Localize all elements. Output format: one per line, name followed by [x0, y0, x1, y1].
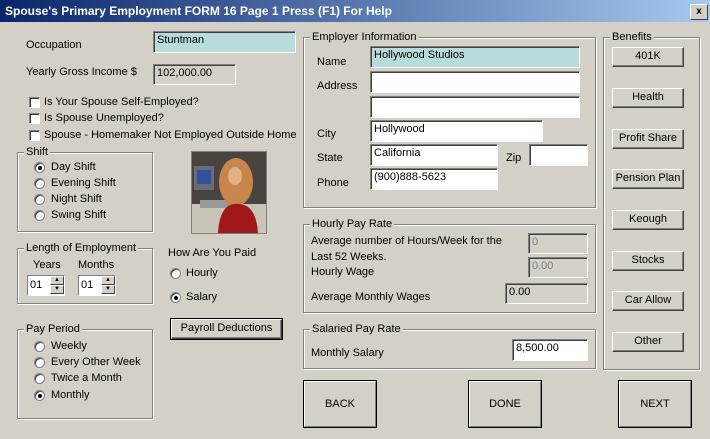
address-line1-field[interactable] [370, 71, 580, 93]
paid-title: How Are You Paid [168, 247, 257, 259]
window-title: Spouse's Primary Employment FORM 16 Page… [5, 4, 392, 18]
homemaker-checkbox[interactable] [29, 130, 40, 141]
radio-night-shift[interactable] [34, 194, 45, 205]
zip-label: Zip [506, 152, 522, 164]
months-up-icon[interactable]: ▲ [101, 276, 115, 285]
income-label: Yearly Gross Income $ [26, 66, 137, 78]
benefit-keough-button[interactable]: Keough [612, 210, 684, 230]
radio-day-shift[interactable] [34, 162, 45, 173]
occupation-field[interactable]: Stuntman [153, 31, 296, 53]
self-employed-label: Is Your Spouse Self-Employed? [44, 96, 199, 108]
radio-evening-shift[interactable] [34, 178, 45, 189]
radio-every-other-week[interactable] [34, 357, 45, 368]
salaried-title: Salaried Pay Rate [310, 323, 403, 335]
avg-monthly-wages-label: Average Monthly Wages [311, 291, 431, 303]
salary-label: Salary [186, 291, 218, 303]
benefit-car-allow-button[interactable]: Car Allow [612, 291, 684, 311]
homemaker-label: Spouse - Homemaker Not Employed Outside … [44, 129, 297, 141]
benefit-health-button[interactable]: Health [612, 88, 684, 108]
months-label: Months [78, 259, 115, 271]
zip-field[interactable] [529, 144, 588, 166]
employer-name-label: Name [317, 56, 347, 68]
close-button[interactable]: x [690, 4, 708, 20]
occupation-label: Occupation [26, 39, 82, 51]
monthly-salary-label: Monthly Salary [311, 347, 384, 359]
hourly-rate-title: Hourly Pay Rate [310, 218, 395, 230]
phone-field[interactable]: (900)888-5623 [370, 168, 498, 190]
close-icon[interactable]: x [696, 6, 702, 17]
state-label: State [317, 152, 343, 164]
payroll-deductions-label[interactable]: Payroll Deductions [171, 319, 282, 339]
months-value: 01 [81, 279, 94, 291]
benefit-profit-share-button[interactable]: Profit Share [612, 129, 684, 149]
done-label[interactable]: DONE [469, 381, 541, 427]
back-button[interactable]: BACK [303, 380, 377, 428]
benefit-other-button[interactable]: Other [612, 332, 684, 352]
radio-monthly[interactable] [34, 390, 45, 401]
hourly-label: Hourly [186, 267, 218, 279]
weekly-label: Weekly [51, 340, 87, 352]
hours-label-line2: Last 52 Weeks. [311, 251, 387, 263]
hourly-wage-field[interactable]: 0.00 [528, 257, 588, 278]
self-employed-checkbox[interactable] [29, 97, 40, 108]
hours-label-line1: Average number of Hours/Week for the [311, 235, 502, 247]
radio-weekly[interactable] [34, 341, 45, 352]
next-label[interactable]: NEXT [619, 381, 691, 427]
day-shift-label: Day Shift [51, 161, 96, 173]
avg-monthly-wages-field[interactable]: 0.00 [505, 283, 588, 304]
city-label: City [317, 128, 336, 140]
radio-hourly[interactable] [170, 268, 181, 279]
monthly-label: Monthly [51, 389, 90, 401]
address-line2-field[interactable] [370, 96, 580, 118]
length-group-title: Length of Employment [24, 242, 139, 254]
unemployed-label: Is Spouse Unemployed? [44, 112, 164, 124]
benefit-pension-plan-button[interactable]: Pension Plan [612, 169, 684, 189]
benefits-title: Benefits [610, 31, 654, 43]
years-up-icon[interactable]: ▲ [50, 276, 64, 285]
next-button[interactable]: NEXT [618, 380, 692, 428]
benefits-group [603, 37, 700, 370]
radio-salary[interactable] [170, 292, 181, 303]
phone-label: Phone [317, 177, 349, 189]
night-shift-label: Night Shift [51, 193, 102, 205]
every-other-week-label: Every Other Week [51, 356, 141, 368]
income-field[interactable]: 102,000.00 [153, 64, 236, 85]
unemployed-checkbox[interactable] [29, 113, 40, 124]
evening-shift-label: Evening Shift [51, 177, 116, 189]
swing-shift-label: Swing Shift [51, 209, 107, 221]
pay-period-title: Pay Period [24, 323, 82, 335]
employer-group-title: Employer Information [310, 31, 419, 43]
years-down-icon[interactable]: ▼ [50, 285, 64, 294]
years-stepper[interactable]: 01 ▲ ▼ [27, 275, 65, 296]
person-at-computer-photo [191, 151, 267, 234]
months-down-icon[interactable]: ▼ [101, 285, 115, 294]
hours-field[interactable]: 0 [528, 233, 588, 254]
photo-graphic [192, 152, 266, 233]
done-button[interactable]: DONE [468, 380, 542, 428]
title-bar: Spouse's Primary Employment FORM 16 Page… [0, 0, 710, 22]
years-label: Years [33, 259, 61, 271]
twice-a-month-label: Twice a Month [51, 372, 122, 384]
address-label: Address [317, 80, 358, 92]
benefit-401k-button[interactable]: 401K [612, 47, 684, 67]
city-field[interactable]: Hollywood [370, 120, 543, 142]
radio-twice-a-month[interactable] [34, 373, 45, 384]
shift-group-title: Shift [24, 146, 51, 158]
radio-swing-shift[interactable] [34, 210, 45, 221]
payroll-deductions-button[interactable]: Payroll Deductions [170, 318, 283, 340]
monthly-salary-field[interactable]: 8,500.00 [512, 339, 588, 361]
months-stepper[interactable]: 01 ▲ ▼ [78, 275, 116, 296]
hourly-wage-label: Hourly Wage [311, 266, 375, 278]
benefit-stocks-button[interactable]: Stocks [612, 251, 684, 271]
back-label[interactable]: BACK [304, 381, 376, 427]
employer-name-field[interactable]: Hollywood Studios [370, 46, 580, 68]
state-field[interactable]: California [370, 144, 498, 166]
years-value: 01 [30, 279, 43, 291]
